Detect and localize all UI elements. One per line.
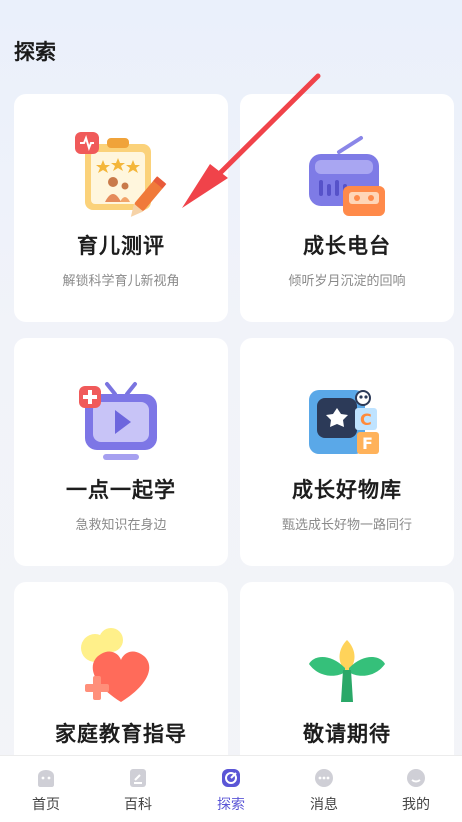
svg-text:F: F (362, 434, 373, 453)
card-growth-radio[interactable]: 成长电台 倾听岁月沉淀的回响 (240, 94, 454, 322)
home-icon (38, 770, 54, 787)
tab-label: 首页 (32, 797, 60, 813)
card-learn-together[interactable]: 一点一起学 急救知识在身边 (14, 338, 228, 566)
tab-encyclopedia[interactable]: 百科 (92, 766, 184, 814)
card-title: 敬请期待 (303, 722, 391, 746)
tab-profile[interactable]: 我的 (370, 766, 462, 814)
card-subtitle: 解锁科学育儿新视角 (62, 274, 180, 289)
card-subtitle: 甄选成长好物一路同行 (281, 518, 412, 533)
radio-icon (309, 136, 385, 216)
profile-icon (407, 769, 425, 787)
clipboard-assessment-icon (75, 132, 167, 217)
bottom-tab-bar: 首页 百科 探索 消息 我的 (0, 755, 462, 822)
card-subtitle: 急救知识在身边 (75, 518, 167, 533)
toy-box-icon: C F (309, 390, 379, 454)
page-title: 探索 (14, 40, 56, 64)
tab-label: 探索 (217, 797, 245, 813)
chat-icon (315, 769, 333, 787)
card-subtitle: 倾听岁月沉淀的回响 (288, 274, 406, 289)
tab-home[interactable]: 首页 (0, 766, 92, 814)
tab-label: 我的 (402, 797, 430, 813)
heart-plus-icon (81, 628, 150, 702)
card-title: 成长好物库 (292, 478, 402, 502)
tab-explore[interactable]: 探索 (185, 766, 277, 814)
encyclopedia-icon (130, 769, 146, 787)
card-title: 一点一起学 (66, 478, 176, 502)
card-title: 育儿测评 (77, 234, 165, 258)
sprout-icon (309, 640, 385, 702)
tab-messages[interactable]: 消息 (278, 766, 370, 814)
tab-label: 消息 (310, 797, 338, 813)
card-parenting-assessment[interactable]: 育儿测评 解锁科学育儿新视角 (14, 94, 228, 322)
tv-play-icon (79, 382, 157, 460)
svg-text:C: C (360, 410, 372, 429)
card-growth-goods[interactable]: C F 成长好物库 甄选成长好物一路同行 (240, 338, 454, 566)
explore-icon (222, 769, 240, 787)
card-title: 家庭教育指导 (55, 722, 187, 746)
card-title: 成长电台 (303, 234, 391, 258)
tab-label: 百科 (124, 797, 152, 813)
